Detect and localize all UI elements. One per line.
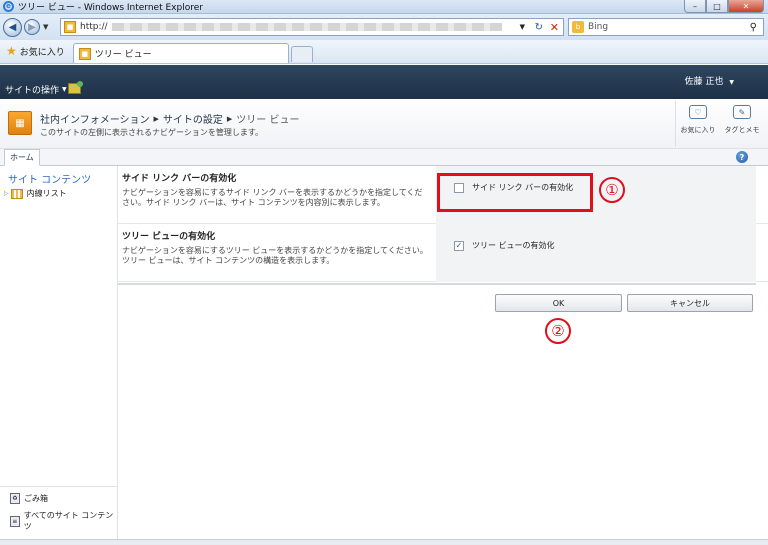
favorites-label: お気に入り bbox=[19, 47, 65, 58]
treeview-setting-row: ツリー ビューの有効化 ナビゲーションを容易にするツリー ビューを表示するかどう… bbox=[118, 224, 768, 282]
sidelink-section-title: サイド リンク バーの有効化 bbox=[122, 174, 237, 184]
back-button[interactable]: ◀ bbox=[3, 17, 22, 37]
breadcrumb-separator-icon: ▶ bbox=[226, 114, 233, 123]
treeview-section-description: ナビゲーションを容易にするツリー ビューを表示するかどうかを指定してください。ツ… bbox=[122, 246, 428, 265]
treeview-checkbox[interactable]: ✓ bbox=[454, 241, 464, 251]
treeview-section-title: ツリー ビューの有効化 bbox=[122, 232, 216, 242]
treeview-checkbox-label[interactable]: ツリー ビューの有効化 bbox=[472, 240, 555, 251]
site-contents-link[interactable]: サイト コンテンツ bbox=[8, 171, 91, 186]
expand-arrow-icon[interactable]: ▷ bbox=[4, 190, 9, 197]
leftnav-item-label: 内線リスト bbox=[26, 189, 67, 198]
window-title-bar: e ツリー ビュー - Windows Internet Explorer – … bbox=[0, 0, 768, 14]
address-toolbar: ◀ ▶ ▼ ■ http:// ▼ ↻ ✕ b Bing ⚲ bbox=[0, 14, 768, 40]
address-input[interactable]: ■ http:// ▼ ↻ ✕ bbox=[60, 18, 564, 36]
page-description: このサイトの左側に表示されるナビゲーションを管理します。 bbox=[40, 128, 264, 137]
site-actions-menu[interactable]: サイトの操作 ▼ bbox=[5, 83, 67, 96]
breadcrumb-item-site[interactable]: 社内インフォメーション bbox=[40, 111, 150, 126]
bing-icon: b bbox=[572, 21, 584, 33]
back-arrow-icon: ◀ bbox=[8, 21, 17, 33]
recycle-bin-link[interactable]: ♻ ごみ箱 bbox=[10, 493, 117, 504]
sidelink-section-description: ナビゲーションを容易にするサイド リンク バーを表示するかどうかを指定してくださ… bbox=[122, 188, 423, 207]
favorites-bar: ★ お気に入り ■ ツリー ビュー bbox=[0, 40, 768, 64]
close-button[interactable]: ✕ bbox=[728, 0, 764, 13]
tags-notes-button[interactable]: ✎ タグとメモ bbox=[720, 101, 764, 147]
maximize-button[interactable]: □ bbox=[706, 0, 728, 13]
site-actions-label: サイトの操作 bbox=[5, 86, 60, 96]
all-content-icon: ≡ bbox=[10, 515, 20, 527]
site-logo-icon[interactable]: ▦ bbox=[8, 111, 32, 135]
sharepoint-top-bar: サイトの操作 ▼ 佐藤 正也 ▼ bbox=[0, 65, 768, 99]
chevron-down-icon: ▼ bbox=[62, 86, 67, 93]
browser-tab-active[interactable]: ■ ツリー ビュー bbox=[72, 43, 289, 63]
window-controls: – □ ✕ bbox=[684, 0, 764, 13]
social-actions: ♡ お気に入り ✎ タグとメモ bbox=[675, 101, 764, 147]
user-menu[interactable]: 佐藤 正也 ▼ bbox=[685, 74, 734, 87]
list-icon bbox=[10, 188, 23, 199]
refresh-icon[interactable]: ↻ bbox=[535, 22, 543, 33]
breadcrumb-item-settings[interactable]: サイトの設定 bbox=[163, 111, 223, 126]
help-icon[interactable]: ? bbox=[736, 151, 748, 163]
leftnav-bottom-links: ♻ ごみ箱 ≡ すべてのサイト コンテンツ bbox=[0, 486, 117, 532]
search-input[interactable]: b Bing ⚲ bbox=[568, 18, 764, 36]
search-placeholder: Bing bbox=[588, 22, 609, 32]
window-title: ツリー ビュー - Windows Internet Explorer bbox=[18, 3, 203, 13]
breadcrumb-separator-icon: ▶ bbox=[153, 114, 159, 123]
ribbon-tab-strip: ホーム ? bbox=[0, 149, 768, 166]
url-prefix: http:// bbox=[80, 22, 108, 32]
page-title: ツリー ビュー bbox=[236, 115, 300, 126]
tab-home[interactable]: ホーム bbox=[4, 149, 40, 166]
sidelink-description-block: サイド リンク バーの有効化 ナビゲーションを容易にするサイド リンク バーを表… bbox=[122, 166, 434, 224]
tab-title: ツリー ビュー bbox=[94, 50, 152, 60]
recycle-bin-icon: ♻ bbox=[10, 493, 20, 504]
forward-button[interactable]: ▶ bbox=[24, 19, 40, 35]
annotation-marker-2: ② bbox=[545, 318, 571, 344]
tag-note-icon: ✎ bbox=[733, 105, 751, 119]
all-site-content-label: すべてのサイト コンテンツ bbox=[23, 511, 114, 531]
leftnav-item-extension-list[interactable]: ▷ 内線リスト bbox=[4, 188, 67, 199]
treeview-description-block: ツリー ビューの有効化 ナビゲーションを容易にするツリー ビューを表示するかどう… bbox=[122, 224, 434, 282]
star-icon: ★ bbox=[6, 44, 17, 58]
navigate-up-icon[interactable] bbox=[68, 81, 83, 94]
stop-icon[interactable]: ✕ bbox=[550, 21, 559, 34]
like-button[interactable]: ♡ お気に入り bbox=[676, 101, 720, 147]
tab-favicon-icon: ■ bbox=[78, 47, 91, 60]
search-icon[interactable]: ⚲ bbox=[750, 22, 757, 33]
url-redacted bbox=[111, 23, 502, 31]
page-title-area: ▦ 社内インフォメーション ▶ サイトの設定 ▶ ツリー ビュー このサイトの左… bbox=[0, 99, 768, 149]
all-site-content-link[interactable]: ≡ すべてのサイト コンテンツ bbox=[10, 510, 117, 532]
breadcrumb: 社内インフォメーション ▶ サイトの設定 ▶ ツリー ビュー bbox=[40, 111, 300, 127]
site-favicon-icon: ■ bbox=[64, 21, 76, 33]
ok-button[interactable]: OK bbox=[495, 294, 622, 312]
chevron-down-icon: ▼ bbox=[729, 79, 734, 86]
form-divider bbox=[118, 283, 756, 285]
forward-arrow-icon: ▶ bbox=[28, 21, 36, 33]
like-label: お気に入り bbox=[680, 126, 716, 134]
quick-launch: サイト コンテンツ ▷ 内線リスト ♻ ごみ箱 ≡ すべてのサイト コンテンツ bbox=[0, 166, 118, 539]
like-tag-icon: ♡ bbox=[689, 105, 707, 119]
recycle-bin-label: ごみ箱 bbox=[24, 494, 48, 503]
tags-notes-label: タグとメモ bbox=[724, 126, 760, 134]
cancel-button[interactable]: キャンセル bbox=[627, 294, 753, 312]
minimize-button[interactable]: – bbox=[684, 0, 706, 13]
treeview-control-block: ✓ ツリー ビューの有効化 bbox=[436, 224, 756, 282]
favorites-button[interactable]: ★ お気に入り bbox=[0, 41, 71, 61]
internet-explorer-icon: e bbox=[3, 1, 14, 12]
new-tab-button[interactable] bbox=[290, 46, 313, 62]
annotation-marker-1: ① bbox=[599, 177, 625, 203]
window-bottom-edge bbox=[0, 539, 768, 545]
history-dropdown-icon[interactable]: ▼ bbox=[43, 23, 48, 31]
annotation-highlight-box bbox=[437, 173, 593, 212]
user-name: 佐藤 正也 bbox=[684, 77, 724, 87]
address-dropdown-icon[interactable]: ▼ bbox=[520, 23, 525, 31]
